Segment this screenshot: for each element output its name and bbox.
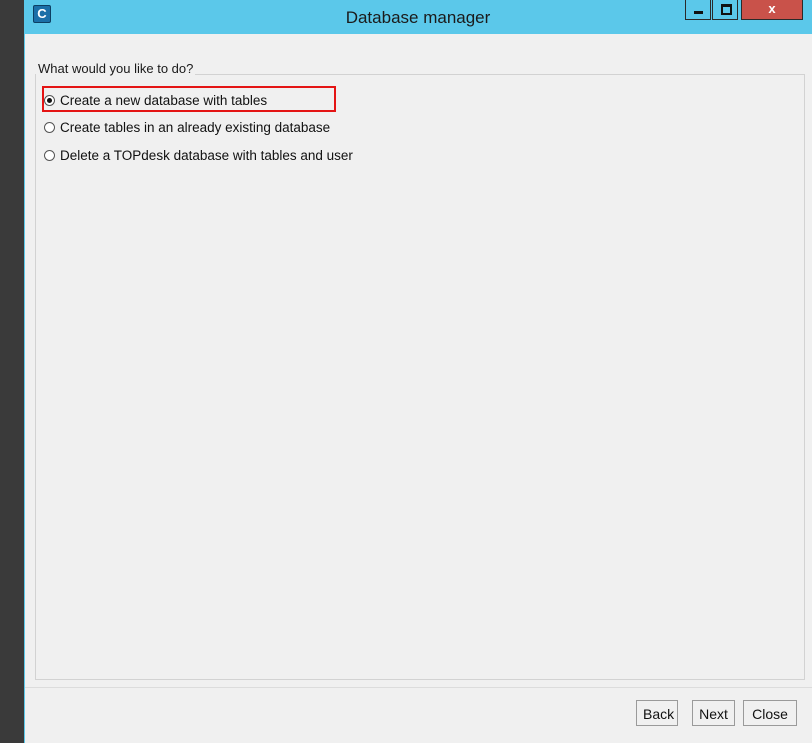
highlight-box bbox=[42, 86, 336, 112]
option-delete-database[interactable]: Delete a TOPdesk database with tables an… bbox=[44, 145, 353, 165]
back-button[interactable]: Back bbox=[636, 700, 678, 726]
maximize-icon bbox=[721, 4, 732, 15]
close-button[interactable]: Close bbox=[743, 700, 797, 726]
option-create-tables-existing[interactable]: Create tables in an already existing dat… bbox=[44, 117, 330, 137]
radio-button[interactable] bbox=[44, 121, 55, 133]
radio-button[interactable] bbox=[44, 149, 55, 161]
option-label: Create tables in an already existing dat… bbox=[60, 119, 331, 135]
minimize-icon bbox=[694, 11, 703, 14]
groupbox-legend: What would you like to do? bbox=[36, 61, 196, 76]
maximize-button[interactable] bbox=[712, 0, 738, 20]
close-window-button[interactable]: x bbox=[741, 0, 803, 20]
next-button[interactable]: Next bbox=[692, 700, 735, 726]
client-area-top bbox=[25, 34, 812, 62]
close-icon: x bbox=[768, 1, 776, 16]
option-label: Delete a TOPdesk database with tables an… bbox=[60, 147, 353, 163]
minimize-button[interactable] bbox=[685, 0, 711, 20]
database-manager-window: C Database manager x What would you like… bbox=[24, 0, 812, 743]
title-bar[interactable]: C Database manager x bbox=[24, 0, 812, 34]
background-left bbox=[0, 0, 24, 743]
footer-divider bbox=[25, 687, 812, 688]
